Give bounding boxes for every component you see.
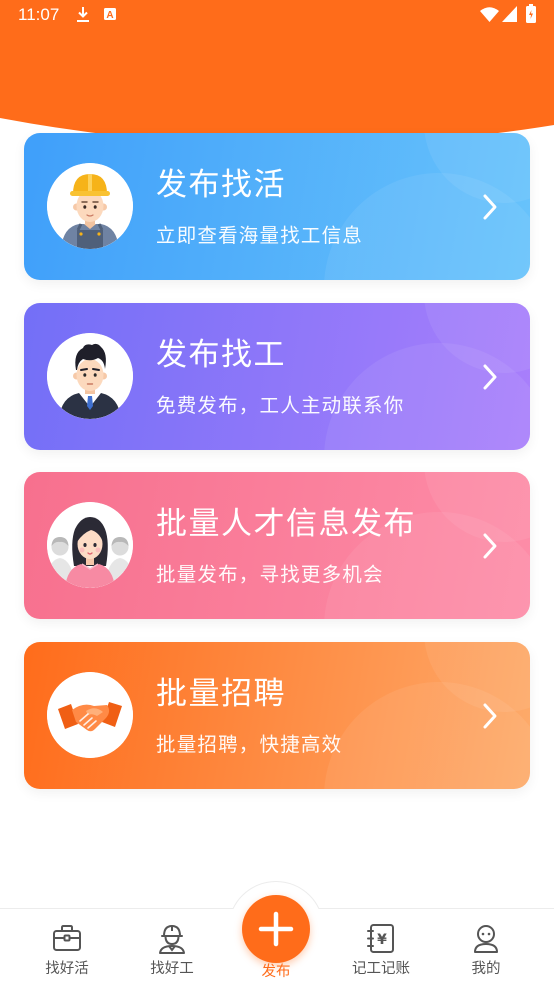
card-subtitle: 立即查看海量找工信息	[156, 224, 364, 247]
chevron-right-icon	[483, 703, 497, 729]
card-subtitle: 批量招聘，快捷高效	[156, 733, 343, 756]
card-title: 批量人才信息发布	[156, 506, 416, 542]
card-post-hiring[interactable]: 发布找工 免费发布，工人主动联系你	[24, 303, 530, 450]
nav-label: 记工记账	[352, 961, 410, 977]
nav-item-profile[interactable]: 我的	[441, 909, 531, 985]
nav-item-find-work[interactable]: 找好活	[22, 909, 112, 985]
card-subtitle: 批量发布，寻找更多机会	[156, 563, 384, 586]
ledger-icon: ¥	[367, 924, 394, 953]
nav-label: 我的	[471, 961, 501, 977]
download-icon	[77, 7, 89, 22]
businessman-avatar-illustration	[47, 333, 133, 419]
card-title: 发布找活	[156, 167, 286, 203]
handshake-icon	[47, 672, 133, 758]
businessman-avatar-icon	[47, 333, 133, 419]
card-title: 发布找工	[156, 337, 286, 373]
status-time: 11:07	[18, 5, 60, 24]
worker-avatar-icon	[47, 163, 133, 249]
notification-a-icon: A	[104, 8, 116, 20]
battery-icon	[526, 4, 536, 23]
nav-label-active: 发布	[261, 964, 291, 980]
status-bar: 11:07 A	[0, 0, 554, 30]
worker-avatar-illustration	[47, 163, 133, 249]
profile-icon	[474, 925, 498, 953]
card-subtitle: 免费发布，工人主动联系你	[156, 394, 405, 417]
chevron-right-icon	[483, 533, 497, 559]
card-batch-talent-post[interactable]: 批量人才信息发布 批量发布，寻找更多机会	[24, 472, 530, 619]
wifi-icon	[480, 7, 499, 22]
worker-icon	[159, 925, 185, 954]
card-title: 批量招聘	[156, 676, 286, 712]
post-button[interactable]	[242, 895, 310, 963]
chevron-right-icon	[483, 364, 497, 390]
briefcase-icon	[53, 925, 81, 951]
nav-item-ledger[interactable]: ¥ 记工记账	[336, 909, 426, 985]
card-batch-recruitment[interactable]: 批量招聘 批量招聘，快捷高效	[24, 642, 530, 789]
card-post-job-seeking[interactable]: 发布找活 立即查看海量找工信息	[24, 133, 530, 280]
plus-icon	[258, 911, 294, 947]
talent-group-avatar-illustration	[47, 502, 133, 588]
nav-item-find-workers[interactable]: 找好工	[127, 909, 217, 985]
handshake-illustration	[47, 672, 133, 758]
chevron-right-icon	[483, 194, 497, 220]
nav-label: 找好工	[150, 961, 194, 977]
signal-icon	[502, 6, 517, 22]
talent-group-avatar-icon	[47, 502, 133, 588]
nav-label: 找好活	[45, 961, 89, 977]
svg-text:A: A	[106, 10, 113, 20]
svg-text:¥: ¥	[377, 932, 387, 948]
